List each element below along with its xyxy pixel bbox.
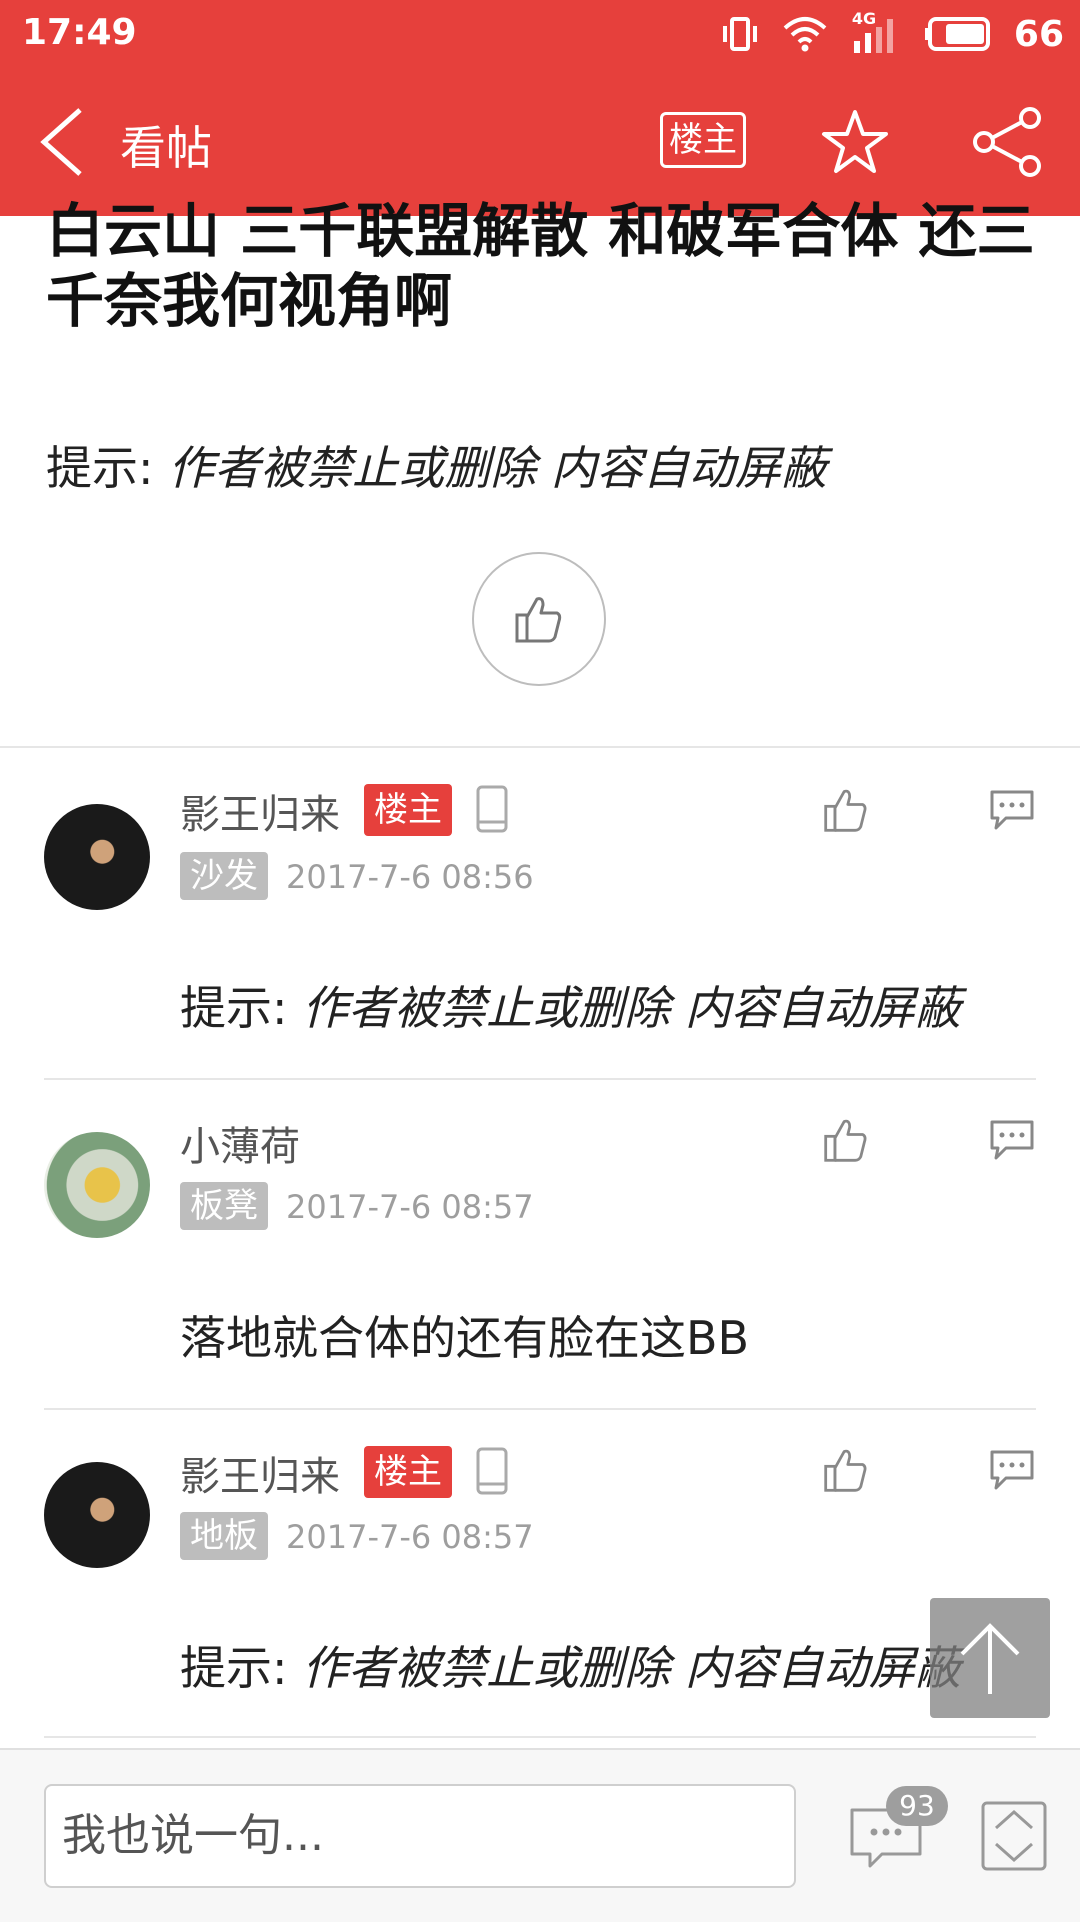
battery-level: 66 [1013, 13, 1064, 55]
post-title: 白云山 三千联盟解散 和破军合体 还三千奈我何视角啊 [46, 197, 1035, 335]
vibrate-icon [722, 17, 757, 51]
floor-tag: 沙发 [180, 852, 268, 900]
notice-label: 提示: [46, 441, 154, 495]
reply-time: 2017-7-6 08:57 [286, 1188, 534, 1226]
floor-tag: 板凳 [180, 1182, 268, 1230]
up-down-nav-icon[interactable] [980, 1800, 1048, 1872]
phone-icon [476, 1447, 508, 1495]
reply-text: 落地就合体的还有脸在这BB [180, 1311, 750, 1365]
status-time: 17:49 [22, 12, 137, 53]
thumbs-up-icon[interactable] [822, 1446, 870, 1494]
avatar[interactable] [44, 804, 150, 910]
reply-time: 2017-7-6 08:56 [286, 858, 534, 896]
notice-message: 作者被禁止或删除 内容自动屏蔽 [168, 441, 827, 495]
thumbs-up-icon[interactable] [822, 1116, 870, 1164]
owner-tag: 楼主 [364, 784, 452, 836]
reply-author[interactable]: 影王归来 [180, 1444, 340, 1502]
avatar[interactable] [44, 1462, 150, 1568]
post-like-button[interactable] [472, 552, 606, 686]
comment-icon[interactable] [988, 788, 1036, 832]
back-arrow-icon[interactable] [34, 102, 94, 182]
bottom-bar: 我也说一句... 93 [0, 1748, 1080, 1922]
reply-divider [44, 1736, 1036, 1738]
share-icon[interactable] [970, 106, 1044, 178]
status-bar: 17:49 4G 66 [0, 0, 1080, 68]
reply-time: 2017-7-6 08:57 [286, 1518, 534, 1556]
arrow-up-icon [960, 1623, 1020, 1694]
app-bar: 看帖 楼主 [0, 68, 1080, 216]
notice-label: 提示: [180, 1641, 288, 1695]
comment-icon[interactable] [988, 1448, 1036, 1492]
post-notice: 提示: 作者被禁止或删除 内容自动屏蔽 [46, 432, 827, 498]
phone-icon [476, 785, 508, 833]
comment-count-badge: 93 [886, 1786, 948, 1826]
page-title: 看帖 [120, 121, 212, 175]
reply-author[interactable]: 影王归来 [180, 782, 340, 840]
owner-tag: 楼主 [364, 1446, 452, 1498]
status-icons: 4G 66 [720, 9, 1064, 58]
wifi-icon [783, 17, 827, 52]
reply-item: 影王归来 楼主 地板 2017-7-6 08:57 提示: 作者被禁止或删除 内… [0, 1410, 1080, 1740]
notice-message: 作者被禁止或删除 内容自动屏蔽 [302, 981, 961, 1035]
thumbs-up-icon[interactable] [822, 786, 870, 834]
reply-input[interactable]: 我也说一句... [44, 1784, 796, 1888]
floor-tag: 地板 [180, 1512, 268, 1560]
star-icon[interactable] [820, 108, 890, 178]
owner-only-button[interactable]: 楼主 [660, 112, 746, 168]
scroll-to-top-button[interactable] [930, 1598, 1050, 1718]
notice-message: 作者被禁止或删除 内容自动屏蔽 [302, 1641, 961, 1695]
thumbs-up-icon [515, 597, 562, 643]
reply-author[interactable]: 小薄荷 [180, 1114, 300, 1172]
reply-item: 小薄荷 板凳 2017-7-6 08:57 落地就合体的还有脸在这BB [0, 1080, 1080, 1410]
reply-notice: 提示: 作者被禁止或删除 内容自动屏蔽 [180, 972, 961, 1038]
battery-icon [924, 17, 990, 51]
reply-item: 影王归来 楼主 沙发 2017-7-6 08:56 提示: 作者被禁止或删除 内… [0, 748, 1080, 1080]
signal-icon: 4G [850, 9, 902, 55]
reply-notice: 提示: 作者被禁止或删除 内容自动屏蔽 [180, 1632, 961, 1698]
avatar[interactable] [44, 1132, 150, 1238]
comment-icon[interactable] [988, 1118, 1036, 1162]
notice-label: 提示: [180, 981, 288, 1035]
